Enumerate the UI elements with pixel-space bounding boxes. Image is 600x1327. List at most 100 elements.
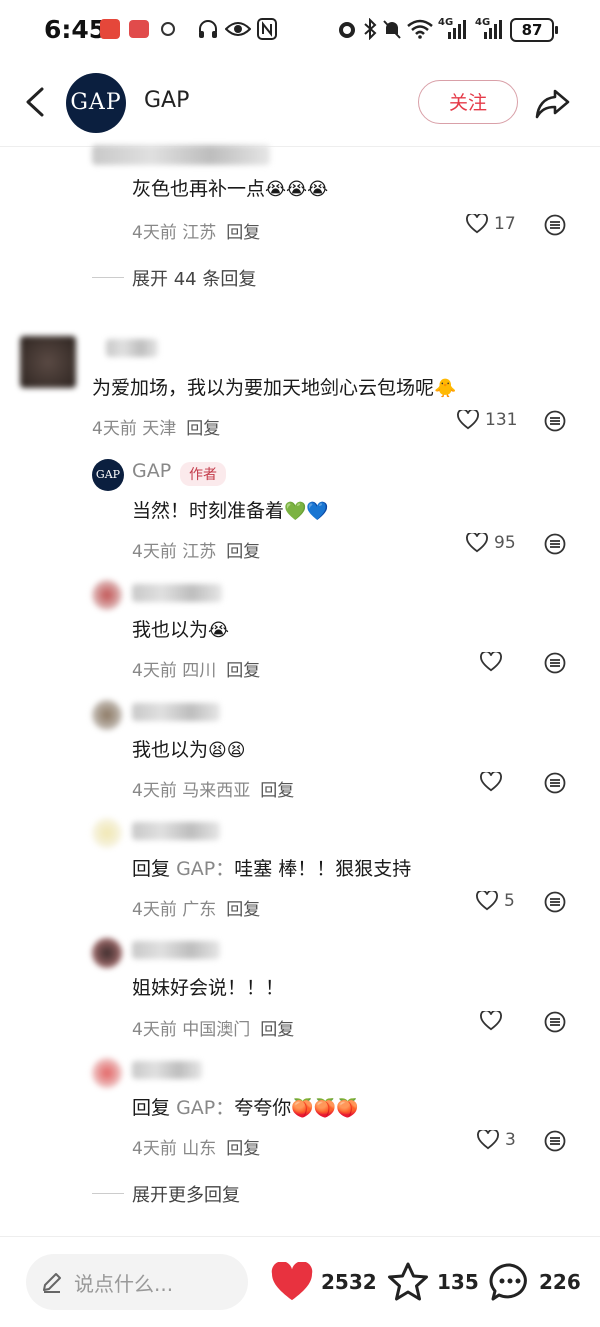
heart-outline-icon	[457, 408, 479, 430]
chat-icon	[158, 17, 178, 41]
chick-emoji: 🐥	[434, 378, 457, 399]
reply-avatar-blurred[interactable]	[92, 1058, 122, 1088]
heart-outline-icon	[476, 889, 498, 911]
wifi-icon	[406, 17, 434, 41]
comment-meta: 4天前 江苏 回复	[132, 223, 261, 243]
more-icon	[544, 1011, 566, 1033]
reply-text: 姐妹好会说！！！	[132, 977, 285, 999]
reply-meta: 4天前 四川 回复	[132, 661, 261, 681]
like-button[interactable]	[476, 889, 498, 915]
nfc-icon	[256, 17, 278, 41]
like-button[interactable]	[477, 1128, 499, 1154]
reply-target[interactable]: GAP：	[176, 858, 234, 880]
reply-text: 当然！时刻准备着💚💙	[132, 500, 329, 522]
author-avatar[interactable]: GAP	[66, 73, 126, 133]
like-button[interactable]	[466, 212, 488, 238]
like-count: 5	[504, 891, 515, 911]
reply-button[interactable]: 回复	[226, 661, 260, 681]
back-button[interactable]	[22, 86, 48, 118]
reply-name-blurred	[132, 1061, 202, 1079]
reply-text: 我也以为😭	[132, 619, 230, 641]
reply-button[interactable]: 回复	[226, 542, 260, 562]
expand-more-replies-button[interactable]: 展开更多回复	[132, 1181, 240, 1207]
expand-replies-button[interactable]: 展开 44 条回复	[132, 265, 256, 291]
reply-button[interactable]: 回复	[260, 1020, 294, 1040]
author-name[interactable]: GAP	[144, 88, 189, 113]
like-button[interactable]	[466, 531, 488, 557]
reply-avatar-blurred[interactable]	[92, 818, 122, 848]
reply-avatar-blurred[interactable]	[92, 938, 122, 968]
comment-input-placeholder[interactable]: 说点什么...	[74, 1268, 173, 1297]
like-button[interactable]	[480, 1009, 502, 1035]
heart-outline-icon	[480, 770, 502, 792]
reply-avatar-blurred[interactable]	[92, 700, 122, 730]
more-options-button[interactable]	[544, 772, 566, 798]
more-icon	[544, 533, 566, 555]
more-options-button[interactable]	[544, 533, 566, 559]
reply-meta: 4天前 广东 回复	[132, 900, 261, 920]
more-options-button[interactable]	[544, 1130, 566, 1156]
signal-icon-1	[440, 17, 468, 41]
heart-outline-icon	[466, 531, 488, 553]
status-bar: 6:45 4G 4G 87	[0, 0, 600, 58]
reply-meta: 4天前 中国澳门 回复	[132, 1020, 295, 1040]
comment-text: 灰色也再补一点😭😭😭	[132, 178, 329, 200]
more-options-button[interactable]	[544, 891, 566, 917]
like-button[interactable]	[457, 408, 479, 434]
comment-text: 为爱加场，我以为要加天地剑心云包场呢🐥	[92, 377, 457, 399]
comment-count: 226	[539, 1270, 581, 1294]
mute-icon	[380, 17, 404, 41]
heart-filled-icon	[271, 1261, 313, 1301]
more-icon	[544, 1130, 566, 1152]
chevron-left-icon	[26, 87, 44, 117]
reply-avatar-blurred[interactable]	[92, 580, 122, 610]
more-icon	[544, 772, 566, 794]
reply-button[interactable]: 回复	[226, 1139, 260, 1159]
reply-button[interactable]: 回复	[226, 900, 260, 920]
reply-avatar-name-blurred	[92, 145, 270, 165]
comments-button[interactable]	[489, 1262, 531, 1306]
reply-name-blurred	[132, 584, 222, 602]
more-options-button[interactable]	[544, 410, 566, 436]
headphones-icon	[196, 17, 220, 41]
more-icon	[544, 652, 566, 674]
more-options-button[interactable]	[544, 1011, 566, 1037]
reply-author-name[interactable]: GAP	[132, 460, 171, 482]
like-button[interactable]	[480, 770, 502, 796]
like-button[interactable]	[480, 650, 502, 676]
reply-button[interactable]: 回复	[260, 781, 294, 801]
hearts-emoji: 💚💙	[284, 501, 329, 522]
post-like-count: 2532	[321, 1270, 377, 1294]
share-button[interactable]	[534, 84, 572, 122]
heart-outline-icon	[466, 212, 488, 234]
header-divider	[0, 146, 600, 147]
crying-emoji: 😭😭😭	[265, 179, 329, 200]
commenter-avatar-blurred[interactable]	[20, 336, 76, 388]
reply-avatar[interactable]: GAP	[92, 459, 124, 491]
like-post-button[interactable]	[270, 1261, 314, 1306]
follow-button[interactable]: 关注	[418, 80, 518, 124]
reply-name-blurred	[132, 703, 220, 721]
more-icon	[544, 410, 566, 432]
comment-meta: 4天前 天津 回复	[92, 419, 221, 439]
like-count: 95	[494, 533, 516, 553]
more-options-button[interactable]	[544, 652, 566, 678]
app-notification-icon-2	[128, 17, 150, 41]
reply-button[interactable]: 回复	[226, 223, 260, 243]
favorite-button[interactable]	[386, 1261, 430, 1307]
bluetooth-icon	[362, 17, 378, 41]
favorite-count: 135	[437, 1270, 479, 1294]
reply-target[interactable]: GAP：	[176, 1097, 234, 1119]
reply-name-blurred	[132, 941, 220, 959]
star-icon	[388, 1262, 428, 1301]
like-count: 131	[485, 410, 518, 430]
crying-emoji: 😭	[208, 620, 230, 641]
reply-button[interactable]: 回复	[186, 419, 220, 439]
more-options-button[interactable]	[544, 214, 566, 240]
commenter-name-blurred	[106, 339, 158, 357]
author-tag: 作者	[180, 462, 226, 486]
more-icon	[544, 891, 566, 913]
reply-text: 回复 GAP：哇塞 棒！！狠狠支持	[132, 858, 412, 880]
battery-indicator: 87	[510, 18, 558, 42]
peach-emoji: 🍑🍑🍑	[291, 1098, 359, 1119]
